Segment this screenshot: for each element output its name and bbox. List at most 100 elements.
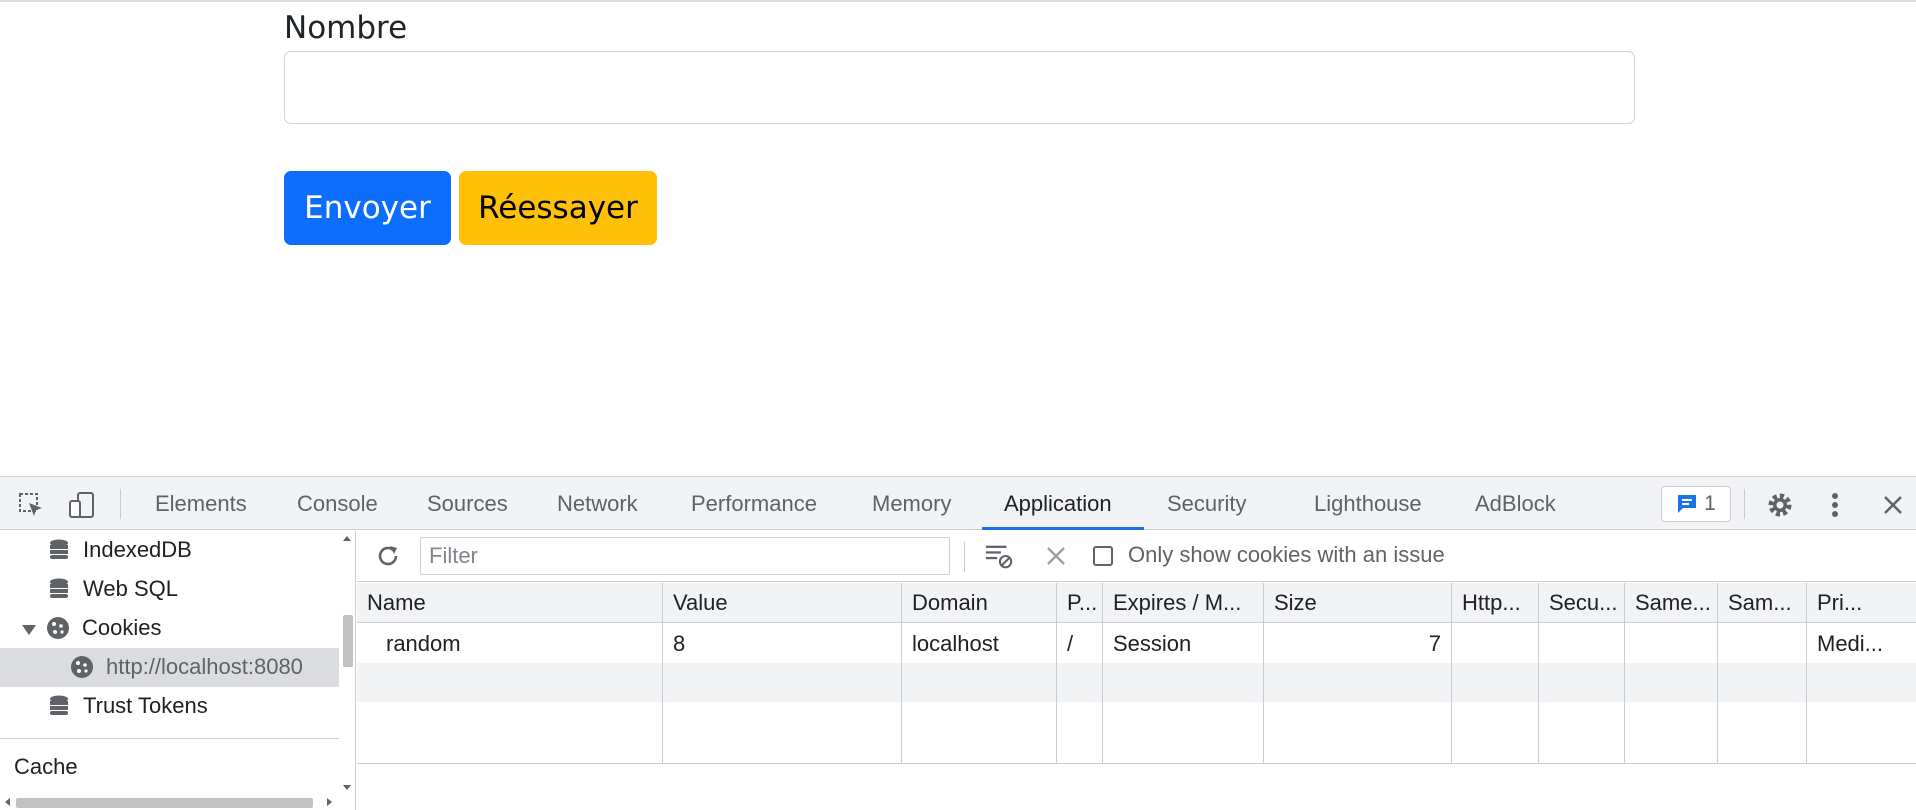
sidebar-scroll-thumb[interactable] [343, 615, 353, 667]
tab-network[interactable]: Network [557, 477, 638, 530]
section-divider [0, 738, 339, 739]
cell-value: 8 [673, 631, 686, 656]
scroll-right-icon[interactable] [325, 798, 333, 806]
only-issues-label: Only show cookies with an issue [1128, 542, 1445, 567]
header-path[interactable]: P... [1057, 583, 1102, 623]
table-horizontal-scrollbar[interactable] [357, 794, 1916, 810]
column-divider [1102, 583, 1103, 763]
tab-performance[interactable]: Performance [691, 477, 817, 530]
application-sidebar: IndexedDB Web SQL Cookies http://localho… [0, 531, 356, 810]
cookies-toolbar: Filter Only show cookies with an issue [357, 531, 1916, 582]
table-row-empty [357, 663, 1916, 702]
devtools-tabbar: Elements Console Sources Network Perform… [0, 477, 1916, 530]
refresh-icon[interactable] [373, 541, 403, 571]
column-divider [1263, 583, 1264, 763]
tab-memory[interactable]: Memory [872, 477, 951, 530]
inspect-element-icon[interactable] [16, 490, 46, 520]
nombre-label: Nombre [284, 10, 408, 46]
column-divider [1451, 583, 1452, 763]
sidebar-item-cookies[interactable]: Cookies [22, 609, 161, 647]
sidebar-item-trust-tokens[interactable]: Trust Tokens [45, 687, 208, 725]
column-divider [662, 583, 663, 763]
issues-count: 1 [1704, 492, 1716, 515]
header-size[interactable]: Size [1264, 583, 1451, 623]
cookie-icon [68, 653, 96, 681]
sidebar-section-cache: Cache [14, 748, 78, 786]
reessayer-button[interactable]: Réessayer [459, 171, 657, 245]
tab-application[interactable]: Application [1004, 477, 1112, 530]
sidebar-item-indexeddb[interactable]: IndexedDB [45, 531, 192, 569]
tab-security[interactable]: Security [1167, 477, 1246, 530]
column-divider [1624, 583, 1625, 763]
tab-adblock[interactable]: AdBlock [1475, 477, 1556, 530]
column-divider [1717, 583, 1718, 763]
scroll-left-icon[interactable] [4, 798, 12, 806]
device-toolbar-icon[interactable] [67, 490, 97, 520]
header-domain[interactable]: Domain [902, 583, 1056, 623]
sidebar-item-localhost[interactable]: http://localhost:8080 [68, 648, 303, 686]
only-issues-checkbox[interactable] [1093, 546, 1113, 566]
envoyer-button[interactable]: Envoyer [284, 171, 451, 245]
cell-size: 7 [1428, 631, 1441, 656]
header-sameparty[interactable]: Sam... [1718, 583, 1806, 623]
delete-icon[interactable] [1041, 541, 1071, 571]
sidebar-item-label: Trust Tokens [83, 693, 208, 718]
more-options-icon[interactable] [1820, 490, 1850, 520]
header-value[interactable]: Value [663, 583, 901, 623]
close-icon[interactable] [1878, 490, 1908, 520]
cell-domain: localhost [912, 631, 999, 656]
clear-filtered-icon[interactable] [984, 541, 1014, 571]
sidebar-horizontal-thumb[interactable] [16, 798, 313, 808]
cell-name: random [386, 631, 461, 656]
filter-placeholder: Filter [429, 543, 478, 568]
tab-lighthouse[interactable]: Lighthouse [1314, 477, 1422, 530]
sidebar-item-label: Web SQL [83, 576, 178, 601]
tabbar-separator [120, 489, 121, 519]
cell-samesite [1625, 624, 1717, 663]
sidebar-item-label: http://localhost:8080 [106, 654, 303, 679]
header-priority[interactable]: Pri... [1807, 583, 1916, 623]
column-divider [1538, 583, 1539, 763]
message-icon [1678, 495, 1697, 513]
toolbar-separator [964, 542, 965, 572]
web-page: Nombre Envoyer Réessayer [0, 0, 1916, 476]
scroll-up-icon[interactable] [343, 535, 351, 543]
database-icon [45, 692, 73, 720]
cell-priority: Medi... [1817, 631, 1884, 656]
filter-input[interactable]: Filter [420, 537, 950, 575]
active-tab-indicator [982, 527, 1144, 530]
header-name[interactable]: Name [357, 583, 662, 623]
section-label: Cache [14, 754, 78, 779]
scroll-down-icon[interactable] [343, 783, 351, 791]
sidebar-item-label: IndexedDB [83, 537, 192, 562]
cookie-icon [44, 614, 72, 642]
database-icon [45, 575, 73, 603]
issues-badge[interactable]: 1 [1661, 486, 1731, 522]
sidebar-item-label: Cookies [82, 615, 162, 640]
table-header: Name Value Domain P... Expires / M... Si… [357, 583, 1916, 623]
table-bottom-border [357, 763, 1916, 764]
column-divider [1806, 583, 1807, 763]
expand-triangle-icon[interactable] [22, 615, 38, 641]
cookies-panel: Filter Only show cookies with an issue N… [357, 531, 1916, 810]
nombre-input[interactable] [284, 51, 1635, 124]
cell-path: / [1067, 631, 1074, 656]
column-divider [1056, 583, 1057, 763]
cell-secure [1539, 624, 1624, 663]
cell-sameparty [1718, 624, 1806, 663]
tab-console[interactable]: Console [297, 477, 378, 530]
gear-icon[interactable] [1765, 490, 1795, 520]
devtools-panel: Elements Console Sources Network Perform… [0, 476, 1916, 810]
header-samesite[interactable]: Same... [1625, 583, 1717, 623]
database-icon [45, 536, 73, 564]
tab-elements[interactable]: Elements [155, 477, 247, 530]
table-row[interactable]: random 8 localhost / Session 7 Medi... [357, 624, 1916, 663]
column-divider [901, 583, 902, 763]
header-httponly[interactable]: Http... [1452, 583, 1538, 623]
sidebar-item-websql[interactable]: Web SQL [45, 570, 178, 608]
tab-sources[interactable]: Sources [427, 477, 508, 530]
header-secure[interactable]: Secu... [1539, 583, 1624, 623]
header-expires[interactable]: Expires / M... [1103, 583, 1263, 623]
cell-expires: Session [1113, 631, 1192, 656]
cookies-table: Name Value Domain P... Expires / M... Si… [357, 583, 1916, 810]
